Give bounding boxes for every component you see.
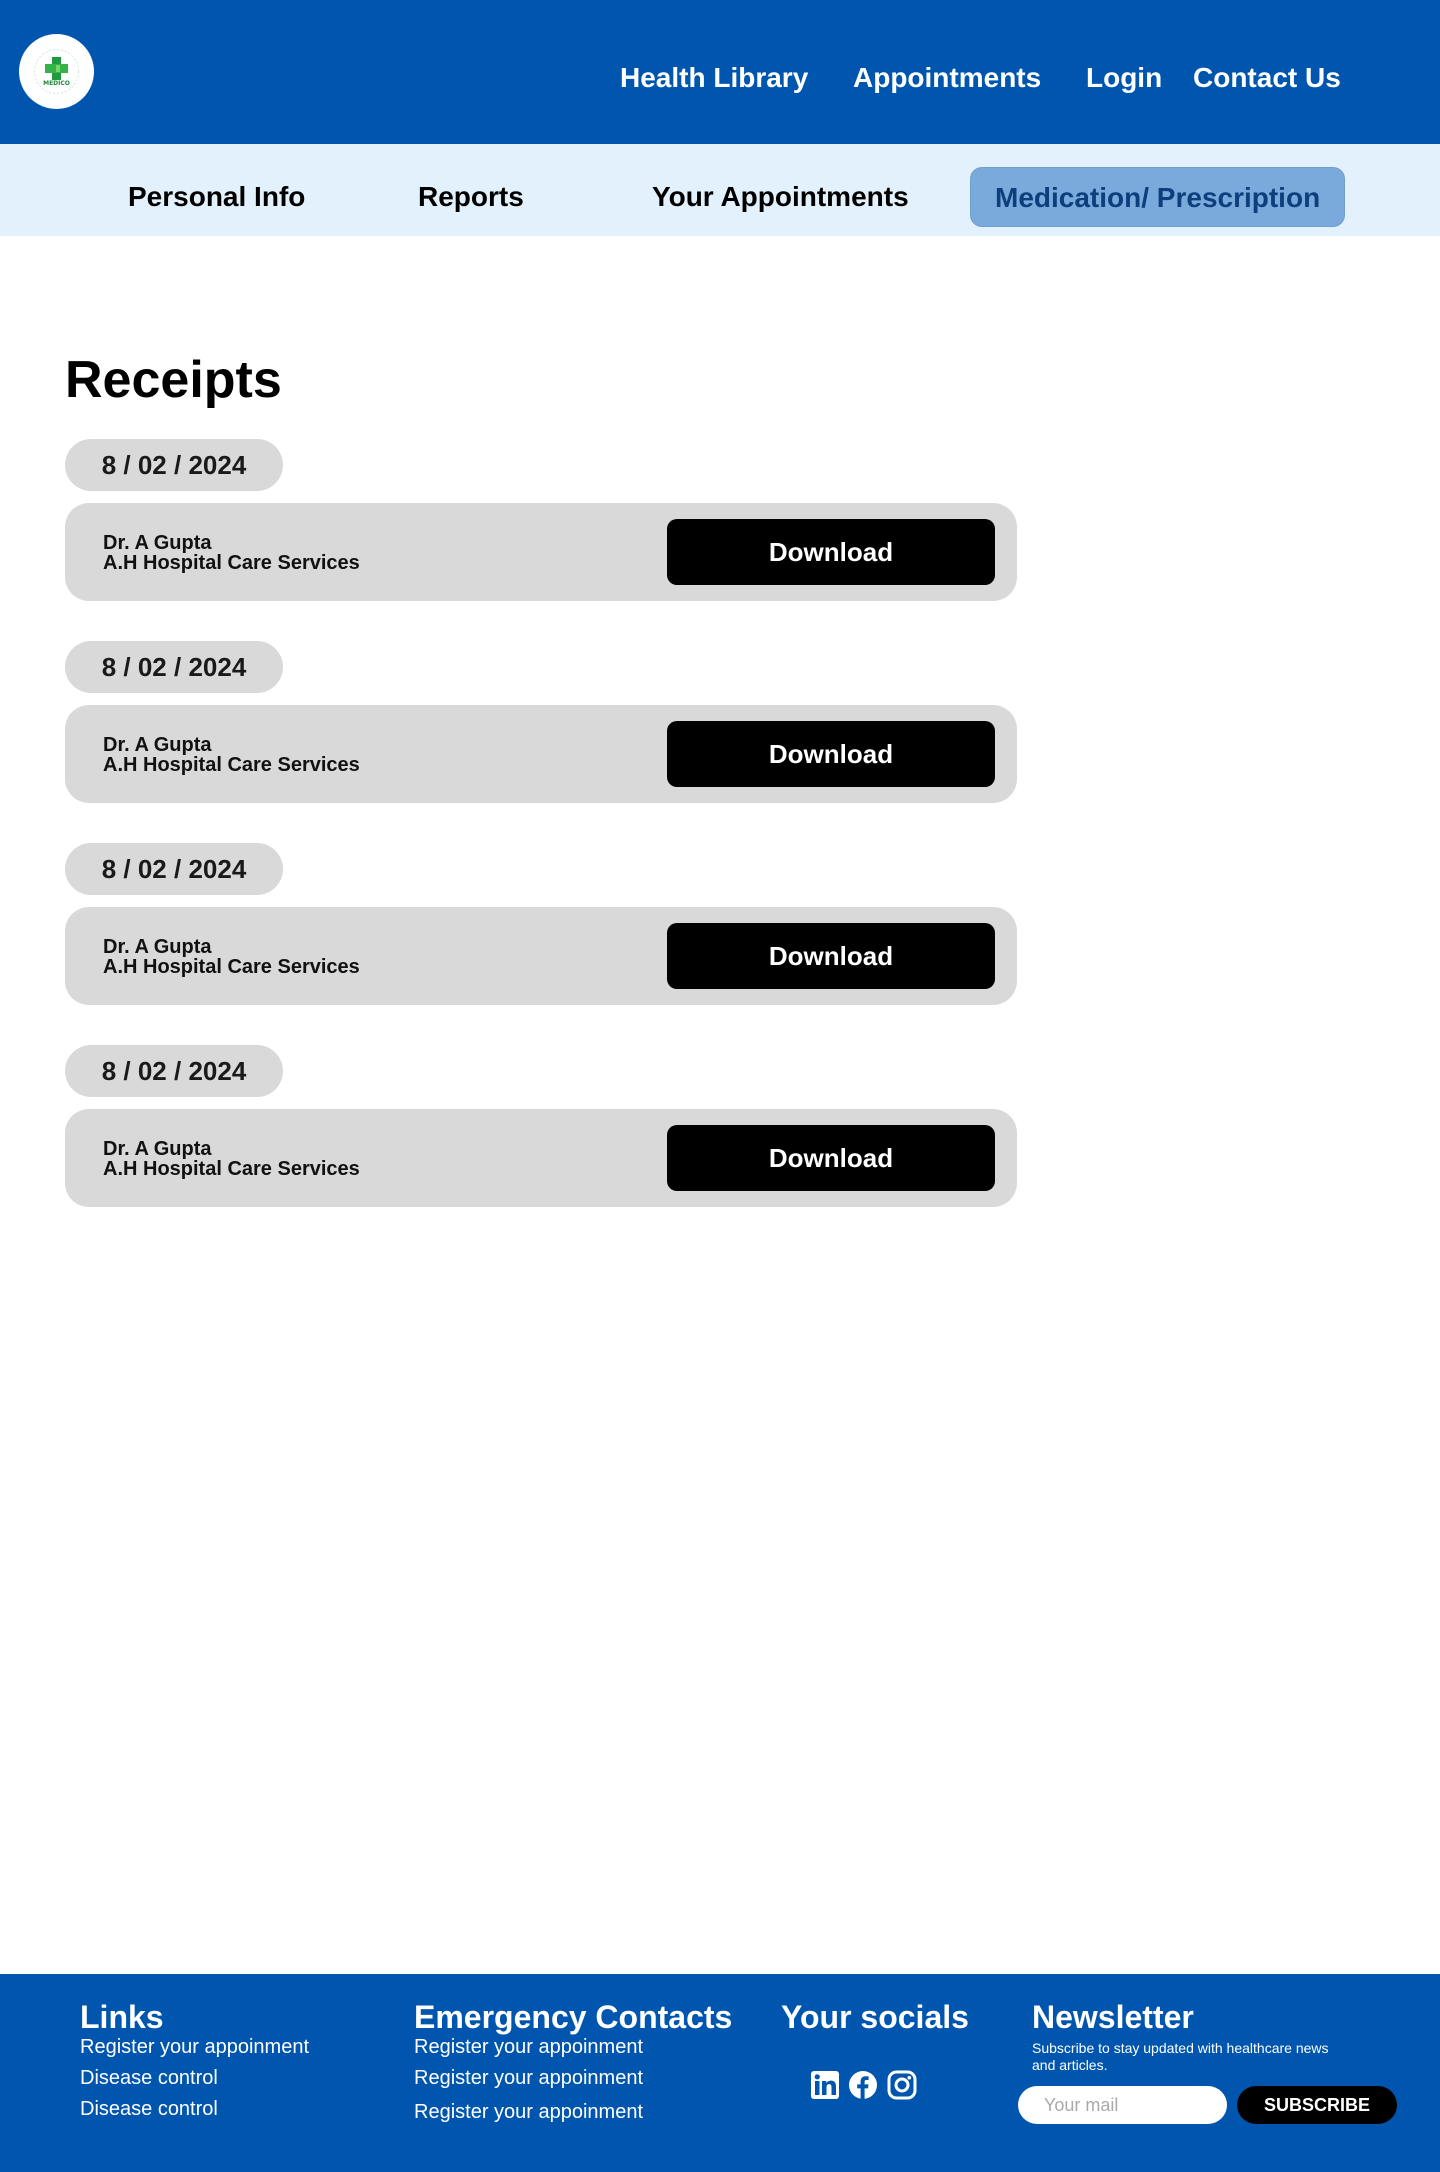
receipt-card: Dr. A Gupta A.H Hospital Care Services D… [65,705,1017,803]
subscribe-button[interactable]: SUBSCRIBE [1237,2086,1397,2124]
footer-socials-heading: Your socials [781,1999,969,2035]
newsletter-email-input[interactable] [1018,2086,1227,2124]
receipt-doctor: Dr. A Gupta [103,532,212,554]
receipt-card: Dr. A Gupta A.H Hospital Care Services D… [65,1109,1017,1207]
receipt-card: Dr. A Gupta A.H Hospital Care Services D… [65,503,1017,601]
download-button[interactable]: Download [667,1125,995,1191]
linkedin-icon[interactable] [810,2070,840,2100]
footer-link[interactable]: Register your appoinment [80,2035,309,2059]
receipt-doctor: Dr. A Gupta [103,1138,212,1160]
nav-appointments[interactable]: Appointments [853,58,1041,98]
tab-your-appointments[interactable]: Your Appointments [652,167,909,227]
logo-text: MEDICO [43,80,70,87]
download-button[interactable]: Download [667,519,995,585]
nav-login[interactable]: Login [1086,58,1162,98]
receipt-hospital: A.H Hospital Care Services [103,552,360,574]
footer-links-heading: Links [80,1999,164,2035]
receipt-doctor: Dr. A Gupta [103,936,212,958]
receipt-card: Dr. A Gupta A.H Hospital Care Services D… [65,907,1017,1005]
logo[interactable]: MEDICO [19,34,94,109]
footer-link[interactable]: Disease control [80,2066,218,2090]
receipt-hospital: A.H Hospital Care Services [103,754,360,776]
receipt-date: 8 / 02 / 2024 [65,843,283,895]
footer-emergency-link[interactable]: Register your appoinment [414,2100,643,2124]
facebook-icon[interactable] [848,2070,878,2100]
tab-reports[interactable]: Reports [418,167,524,227]
receipt-hospital: A.H Hospital Care Services [103,1158,360,1180]
receipt-doctor: Dr. A Gupta [103,734,212,756]
download-button[interactable]: Download [667,721,995,787]
logo-cross-icon [34,49,79,94]
footer-emergency-link[interactable]: Register your appoinment [414,2035,643,2059]
tab-medication-prescription[interactable]: Medication/ Prescription [970,167,1346,227]
newsletter-description: Subscribe to stay updated with healthcar… [1032,2040,1329,2073]
nav-health-library[interactable]: Health Library [620,58,808,98]
footer-newsletter-heading: Newsletter [1032,1999,1194,2035]
profile-subnav: Personal Info Reports Your Appointments … [0,144,1440,236]
tab-personal-info[interactable]: Personal Info [128,167,305,227]
top-navbar: MEDICO Health Library Appointments Login… [0,0,1440,144]
nav-contact-us[interactable]: Contact Us [1193,58,1341,98]
footer: Links Register your appoinment Disease c… [0,1974,1440,2172]
page-title: Receipts [65,351,282,409]
footer-link[interactable]: Disease control [80,2097,218,2121]
receipt-date: 8 / 02 / 2024 [65,641,283,693]
receipt-hospital: A.H Hospital Care Services [103,956,360,978]
instagram-icon[interactable] [887,2070,917,2100]
footer-emergency-heading: Emergency Contacts [414,1999,733,2035]
download-button[interactable]: Download [667,923,995,989]
footer-emergency-link[interactable]: Register your appoinment [414,2066,643,2090]
receipt-date: 8 / 02 / 2024 [65,439,283,491]
receipt-date: 8 / 02 / 2024 [65,1045,283,1097]
